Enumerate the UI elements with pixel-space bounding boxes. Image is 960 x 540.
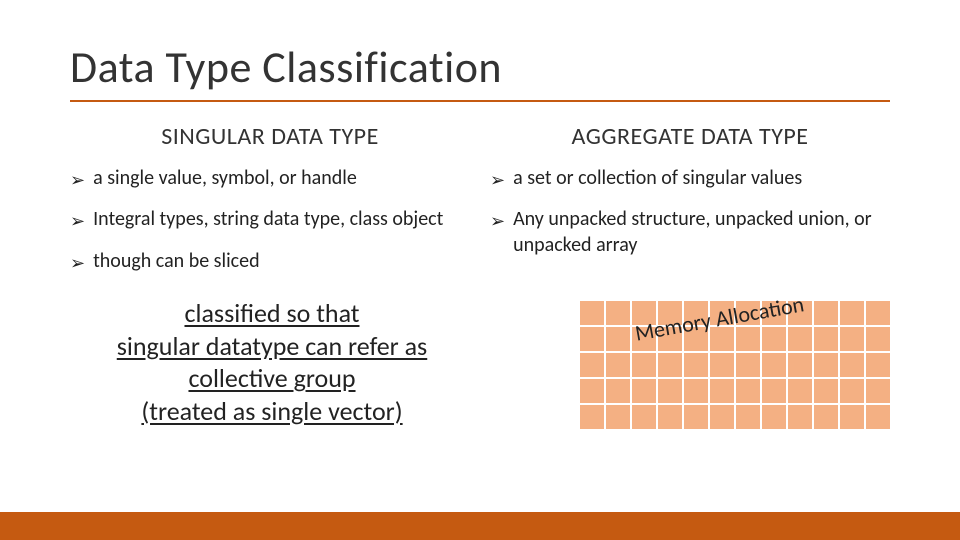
summary-line: singular datatype can refer as bbox=[117, 330, 427, 362]
memory-cell bbox=[580, 405, 604, 429]
memory-cell bbox=[814, 379, 838, 403]
memory-cell bbox=[606, 353, 630, 377]
memory-cell bbox=[866, 405, 890, 429]
memory-cell bbox=[814, 301, 838, 325]
bullet-item: ➢ though can be sliced bbox=[70, 248, 470, 275]
memory-cell bbox=[580, 353, 604, 377]
memory-cell bbox=[632, 353, 656, 377]
memory-cell bbox=[788, 405, 812, 429]
bullet-text: a single value, symbol, or handle bbox=[93, 165, 470, 191]
memory-cell bbox=[606, 301, 630, 325]
memory-cell bbox=[606, 327, 630, 351]
bottom-row: classified so that singular datatype can… bbox=[70, 297, 890, 437]
memory-cell bbox=[814, 327, 838, 351]
memory-cell bbox=[658, 353, 682, 377]
memory-cell bbox=[606, 379, 630, 403]
bullet-item: ➢ Any unpacked structure, unpacked union… bbox=[490, 206, 890, 258]
memory-cell bbox=[736, 379, 760, 403]
memory-cell bbox=[736, 353, 760, 377]
memory-cell bbox=[580, 379, 604, 403]
bullet-text: Integral types, string data type, class … bbox=[93, 206, 470, 232]
bullet-text: though can be sliced bbox=[93, 248, 470, 274]
columns: SINGULAR DATA TYPE ➢ a single value, sym… bbox=[70, 122, 890, 289]
bullet-item: ➢ Integral types, string data type, clas… bbox=[70, 206, 470, 233]
memory-cell bbox=[736, 327, 760, 351]
memory-cell bbox=[840, 301, 864, 325]
memory-cell bbox=[684, 353, 708, 377]
memory-diagram: Memory Allocation bbox=[494, 297, 890, 437]
column-heading-aggregate: AGGREGATE DATA TYPE bbox=[490, 122, 890, 151]
memory-cell bbox=[736, 405, 760, 429]
memory-cell bbox=[762, 379, 786, 403]
memory-cell bbox=[710, 353, 734, 377]
memory-cell bbox=[814, 353, 838, 377]
bullet-arrow-icon: ➢ bbox=[70, 210, 85, 233]
memory-cell bbox=[580, 301, 604, 325]
memory-cell bbox=[866, 301, 890, 325]
column-singular: SINGULAR DATA TYPE ➢ a single value, sym… bbox=[70, 122, 470, 289]
memory-cell bbox=[762, 353, 786, 377]
summary-text: classified so that singular datatype can… bbox=[70, 297, 474, 427]
memory-cell bbox=[788, 379, 812, 403]
bullet-text: a set or collection of singular values bbox=[513, 165, 890, 191]
memory-cell bbox=[762, 327, 786, 351]
summary-line: classified so that bbox=[184, 297, 359, 329]
memory-cell bbox=[840, 379, 864, 403]
bullet-text: Any unpacked structure, unpacked union, … bbox=[513, 206, 890, 258]
slide: Data Type Classification SINGULAR DATA T… bbox=[0, 0, 960, 540]
bullet-item: ➢ a single value, symbol, or handle bbox=[70, 165, 470, 192]
memory-cell bbox=[658, 405, 682, 429]
memory-cell bbox=[840, 405, 864, 429]
bullet-arrow-icon: ➢ bbox=[70, 169, 85, 192]
memory-cell bbox=[788, 353, 812, 377]
memory-cell bbox=[866, 379, 890, 403]
memory-cell bbox=[762, 405, 786, 429]
memory-cell bbox=[632, 379, 656, 403]
memory-cell bbox=[710, 379, 734, 403]
slide-title: Data Type Classification bbox=[70, 40, 890, 94]
summary-line: (treated as single vector) bbox=[141, 395, 402, 427]
memory-cell bbox=[840, 353, 864, 377]
memory-cell bbox=[866, 353, 890, 377]
memory-cell bbox=[788, 327, 812, 351]
memory-cell bbox=[632, 405, 656, 429]
column-heading-singular: SINGULAR DATA TYPE bbox=[70, 122, 470, 151]
memory-cell bbox=[710, 405, 734, 429]
memory-cell bbox=[684, 379, 708, 403]
summary-line: collective group bbox=[188, 362, 355, 394]
bullet-arrow-icon: ➢ bbox=[490, 210, 505, 233]
column-aggregate: AGGREGATE DATA TYPE ➢ a set or collectio… bbox=[490, 122, 890, 289]
footer-bar bbox=[0, 512, 960, 540]
memory-cell bbox=[840, 327, 864, 351]
bullet-arrow-icon: ➢ bbox=[490, 169, 505, 192]
memory-cell bbox=[606, 405, 630, 429]
memory-cell bbox=[866, 327, 890, 351]
title-underline bbox=[70, 100, 890, 102]
memory-cell bbox=[684, 405, 708, 429]
memory-cell bbox=[580, 327, 604, 351]
bullet-arrow-icon: ➢ bbox=[70, 252, 85, 275]
memory-cell bbox=[814, 405, 838, 429]
bullet-item: ➢ a set or collection of singular values bbox=[490, 165, 890, 192]
memory-cell bbox=[658, 379, 682, 403]
